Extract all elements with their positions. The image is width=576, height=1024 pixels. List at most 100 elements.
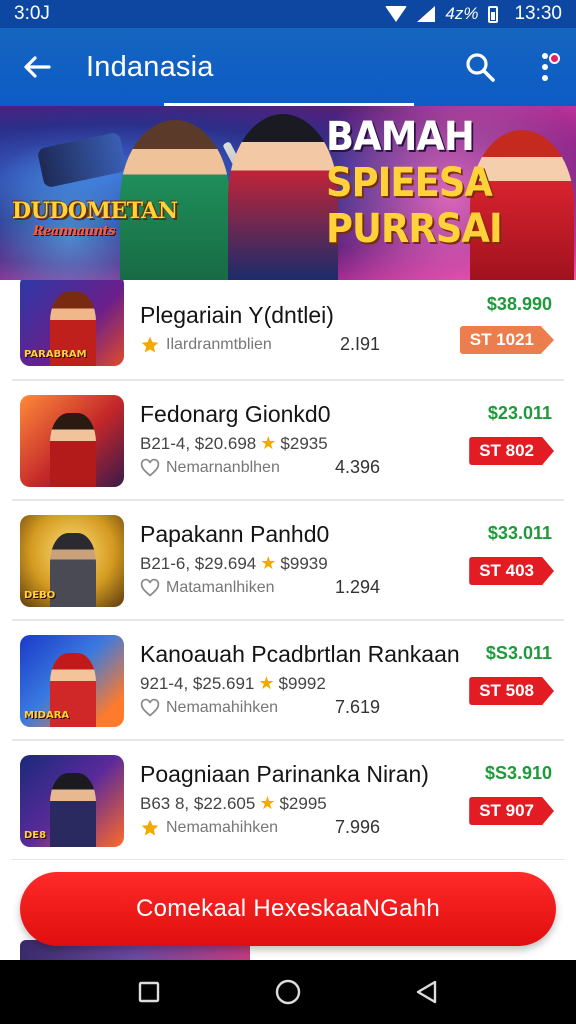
page-title: Indanasia	[86, 50, 214, 83]
price-tag-button[interactable]: ST 802	[469, 437, 554, 465]
item-meta: Nemarnanblhen 4.396	[140, 457, 380, 478]
item-title: Fedonarg Gionkd0	[140, 401, 331, 427]
item-meta: Nemamahihken 7.619	[140, 697, 380, 718]
thumbnail-character	[50, 413, 96, 487]
more-dot	[542, 75, 548, 81]
star-icon: ★	[260, 553, 277, 573]
item-sub-suffix: $9939	[280, 553, 328, 573]
meta-label: Nemamahihken	[166, 818, 279, 836]
item-sub-prefix: B21-4, $20.698	[140, 433, 257, 453]
item-title: Plegariain Y(dntlei)	[140, 302, 334, 328]
thumbnail-logo: DEBO	[24, 590, 56, 601]
game-thumbnail: PARABRAM	[20, 280, 124, 366]
item-sub-prefix: 921-4, $25.691	[140, 673, 255, 693]
banner-headline-line-1: BAMAH	[326, 114, 475, 160]
status-time: 13:30	[514, 3, 562, 24]
banner-hero-art	[228, 114, 338, 280]
list-item[interactable]: PARABRAM Plegariain Y(dntlei) Ilardranmt…	[12, 280, 564, 381]
game-thumbnail: MIDARA	[20, 635, 124, 727]
back-triangle-icon[interactable]	[407, 972, 447, 1012]
cta-area: Comekaal HexeskaaNGahh	[0, 860, 576, 960]
banner-headline-line-2: SPIEESA	[326, 160, 493, 206]
notification-dot	[549, 53, 560, 64]
star-icon	[140, 818, 160, 838]
more-dot	[542, 53, 548, 59]
game-thumbnail	[20, 395, 124, 487]
list-item[interactable]: DE8 Poagniaan Parinanka Niran) B63 8, $2…	[12, 741, 564, 860]
thumbnail-logo: MIDARA	[24, 710, 70, 721]
meta-label: Matamanlhiken	[166, 578, 275, 596]
more-dot	[542, 64, 548, 70]
item-sub-prefix: B21-6, $29.694	[140, 553, 257, 573]
cell-signal-icon	[417, 6, 436, 22]
banner-game-logo: DUDOMETAN Reannaunts	[12, 198, 178, 239]
status-bar: 3:0J 4z% 13:30	[0, 0, 576, 28]
system-nav-bar	[0, 960, 576, 1024]
item-count: 7.996	[334, 817, 380, 837]
item-price: $23.011	[487, 403, 552, 423]
primary-cta-button[interactable]: Comekaal HexeskaaNGahh	[20, 872, 556, 946]
heart-icon[interactable]	[140, 578, 160, 598]
item-title: Papakann Panhd0	[140, 521, 330, 547]
app-bar: Indanasia	[0, 28, 576, 106]
item-sub-prefix: B63 8, $22.605	[140, 793, 256, 813]
meta-label: Nemamahihken	[166, 698, 279, 716]
item-subline: B21-6, $29.694 ★ $9939	[140, 553, 328, 574]
price-tag-button[interactable]: ST 508	[469, 677, 554, 705]
heart-icon[interactable]	[140, 458, 160, 478]
status-icons: 4z% 13:30	[385, 3, 562, 25]
home-circle-icon[interactable]	[268, 972, 308, 1012]
game-list: PARABRAM Plegariain Y(dntlei) Ilardranmt…	[0, 280, 576, 860]
search-icon[interactable]	[460, 47, 500, 87]
item-subline: B63 8, $22.605 ★ $2995	[140, 793, 327, 814]
item-meta: Ilardranmtblien 2.I91	[140, 334, 380, 355]
meta-label: Ilardranmtblien	[166, 335, 272, 353]
thumbnail-character	[50, 533, 96, 607]
item-count: 7.619	[334, 697, 380, 717]
thumbnail-logo: PARABRAM	[24, 349, 87, 360]
item-meta: Nemamahihken 7.996	[140, 817, 380, 838]
game-thumbnail: DE8	[20, 755, 124, 847]
item-title: Kanoauah Pcadbrtlan Rankaan	[140, 641, 460, 667]
price-tag-button[interactable]: ST 907	[469, 797, 554, 825]
banner-logo-main: DUDOMETAN	[12, 198, 178, 224]
star-icon: ★	[260, 433, 277, 453]
heart-icon[interactable]	[140, 698, 160, 718]
banner-headline-line-3: PURRSAI	[326, 206, 503, 252]
list-item[interactable]: MIDARA Kanoauah Pcadbrtlan Rankaan 921-4…	[12, 621, 564, 741]
promo-banner[interactable]: DUDOMETAN Reannaunts BAMAH SPIEESA PURRS…	[0, 106, 576, 280]
list-item[interactable]: DEBO Papakann Panhd0 B21-6, $29.694 ★ $9…	[12, 501, 564, 621]
list-item[interactable]: Fedonarg Gionkd0 B21-4, $20.698 ★ $2935 …	[12, 381, 564, 501]
price-tag-button[interactable]: ST 1021	[459, 326, 554, 354]
price-tag-button[interactable]: ST 403	[469, 557, 554, 585]
game-thumbnail: DEBO	[20, 515, 124, 607]
item-sub-suffix: $2935	[280, 433, 328, 453]
item-title: Poagniaan Parinanka Niran)	[140, 761, 429, 787]
star-icon	[140, 335, 160, 355]
item-subline: 921-4, $25.691 ★ $9992	[140, 673, 326, 694]
battery-icon	[488, 5, 499, 23]
item-count: 4.396	[334, 457, 380, 477]
more-vert-icon[interactable]	[534, 47, 560, 87]
item-price: $S3.910	[484, 763, 552, 783]
banner-headline: BAMAH SPIEESA PURRSAI	[326, 114, 503, 252]
thumbnail-logo: DE8	[24, 830, 47, 841]
screen: 3:0J 4z% 13:30 Indanasia DUDOMETAN Reann…	[0, 0, 576, 1024]
item-count: 2.I91	[339, 334, 380, 354]
back-arrow-icon[interactable]	[20, 50, 54, 84]
meta-label: Nemarnanblhen	[166, 458, 280, 476]
wifi-icon	[385, 6, 408, 22]
star-icon: ★	[258, 673, 275, 693]
item-meta: Matamanlhiken 1.294	[140, 577, 380, 598]
item-subline: B21-4, $20.698 ★ $2935	[140, 433, 328, 454]
item-price: $33.011	[487, 523, 552, 543]
star-icon: ★	[259, 793, 276, 813]
thumbnail-character	[50, 773, 96, 847]
item-sub-suffix: $2995	[279, 793, 327, 813]
item-price: $38.990	[486, 294, 552, 314]
banner-logo-sub: Reannaunts	[32, 224, 116, 239]
recents-square-icon[interactable]	[129, 972, 169, 1012]
item-price: $S3.011	[485, 643, 552, 663]
item-sub-suffix: $9992	[278, 673, 326, 693]
status-left-text: 3:0J	[14, 3, 50, 24]
